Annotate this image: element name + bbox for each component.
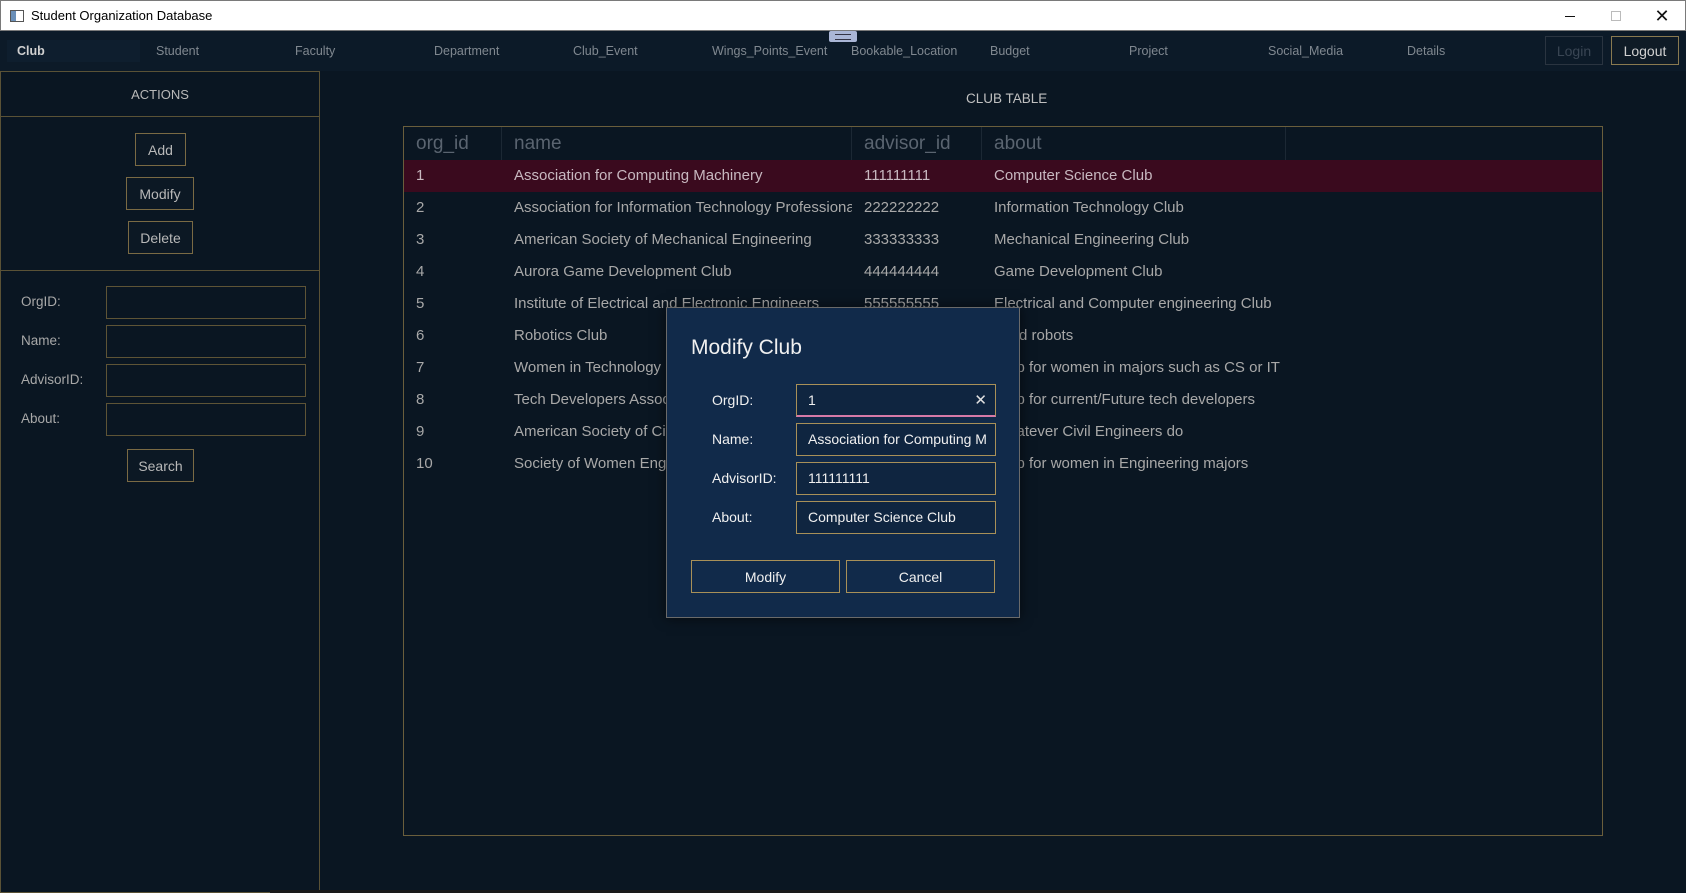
column-header-name[interactable]: name [502, 127, 852, 160]
name-label: Name: [21, 333, 61, 348]
tab-budget[interactable]: Budget [980, 40, 1113, 62]
drag-grip-icon[interactable] [829, 31, 857, 42]
tab-club-event[interactable]: Club_Event [563, 40, 696, 62]
maximize-button[interactable] [1593, 1, 1639, 31]
close-window-button[interactable]: ✕ [1639, 1, 1685, 31]
modify-button[interactable]: Modify [126, 177, 194, 210]
maximize-icon [1611, 11, 1621, 21]
table-cell-org-id: 1 [416, 167, 425, 184]
modify-club-dialog: Modify Club OrgID: 1 ✕ Name: Association… [666, 307, 1020, 618]
tab-student[interactable]: Student [146, 40, 279, 62]
tab-project[interactable]: Project [1119, 40, 1252, 62]
about-search-input[interactable] [106, 403, 306, 436]
delete-button[interactable]: Delete [128, 221, 193, 254]
table-row[interactable]: 4 Aurora Game Development Club 444444444 Ga… [404, 256, 1602, 288]
advisorid-label: AdvisorID: [21, 372, 84, 387]
dialog-advisorid-input[interactable]: 111111111 [796, 462, 996, 495]
tab-wings-points-event[interactable]: Wings_Points_Event [702, 40, 835, 62]
table-cell-name: Association for Computing Machinery [514, 167, 763, 184]
add-button[interactable]: Add [135, 133, 186, 166]
dialog-orgid-input[interactable]: 1 ✕ [796, 384, 996, 417]
table-header: org_id name advisor_id about [404, 127, 1602, 160]
table-cell-about: Build robots [994, 327, 1074, 344]
minimize-icon [1565, 15, 1575, 17]
tab-bookable-location[interactable]: Bookable_Location [841, 40, 974, 62]
orgid-label: OrgID: [21, 294, 61, 309]
tab-club[interactable]: Club [7, 40, 140, 62]
dialog-about-input[interactable]: Computer Science Club [796, 501, 996, 534]
table-cell-advisor-id: 444444444 [864, 263, 940, 280]
dialog-cancel-button[interactable]: Cancel [846, 560, 995, 593]
search-button[interactable]: Search [127, 449, 194, 482]
table-cell-about: Club for women in Engineering majors [994, 455, 1249, 472]
logout-button[interactable]: Logout [1611, 36, 1679, 65]
name-search-input[interactable] [106, 325, 306, 358]
dialog-orgid-value: 1 [808, 392, 816, 408]
about-label: About: [21, 411, 61, 426]
login-button[interactable]: Login [1545, 36, 1603, 65]
table-cell-about: Information Technology Club [994, 199, 1184, 216]
dialog-orgid-label: OrgID: [712, 392, 754, 408]
table-cell-org-id: 5 [416, 295, 425, 312]
table-cell-name: Aurora Game Development Club [514, 263, 732, 280]
table-cell-name: American Society of Mechanical Engineeri… [514, 231, 812, 248]
table-cell-org-id: 4 [416, 263, 425, 280]
actions-sidebar: ACTIONS Add Modify Delete OrgID: Name: A… [0, 71, 320, 893]
clear-icon[interactable]: ✕ [974, 385, 987, 415]
table-row[interactable]: 3 American Society of Mechanical Engineer… [404, 224, 1602, 256]
tab-details[interactable]: Details [1397, 40, 1530, 62]
app-icon [10, 9, 24, 22]
column-header-advisor-id[interactable]: advisor_id [852, 127, 982, 160]
table-cell-advisor-id: 333333333 [864, 231, 940, 248]
dialog-name-label: Name: [712, 431, 754, 447]
orgid-search-input[interactable] [106, 286, 306, 319]
table-cell-org-id: 2 [416, 199, 425, 216]
actions-button-group: Add Modify Delete [1, 117, 319, 271]
table-cell-org-id: 7 [416, 359, 425, 376]
table-cell-about: Electrical and Computer engineering Club [994, 295, 1272, 312]
table-cell-advisor-id: 222222222 [864, 199, 940, 216]
table-cell-org-id: 10 [416, 455, 433, 472]
table-cell-about: Club for current/Future tech developers [994, 391, 1255, 408]
table-cell-about: Whatever Civil Engineers do [994, 423, 1184, 440]
advisorid-search-input[interactable] [106, 364, 306, 397]
table-cell-about: Mechanical Engineering Club [994, 231, 1190, 248]
table-cell-about: Game Development Club [994, 263, 1163, 280]
column-header-about[interactable]: about [982, 127, 1286, 160]
column-header-org-id[interactable]: org_id [404, 127, 502, 160]
window-title: Student Organization Database [31, 8, 213, 23]
table-cell-about: Club for women in majors such as CS or I… [994, 359, 1280, 376]
dialog-about-label: About: [712, 509, 753, 525]
table-cell-about: Computer Science Club [994, 167, 1153, 184]
dialog-modify-button[interactable]: Modify [691, 560, 840, 593]
close-icon: ✕ [1654, 5, 1670, 26]
dialog-title: Modify Club [691, 336, 802, 359]
table-cell-org-id: 3 [416, 231, 425, 248]
table-cell-name: Association for Information Technology P… [514, 199, 852, 216]
dialog-advisorid-label: AdvisorID: [712, 470, 777, 486]
table-title: CLUB TABLE [966, 91, 1048, 106]
table-cell-advisor-id: 111111111 [864, 167, 931, 184]
table-row[interactable]: 2 Association for Information Technology … [404, 192, 1602, 224]
tab-social-media[interactable]: Social_Media [1258, 40, 1391, 62]
dialog-name-input[interactable]: Association for Computing M [796, 423, 996, 456]
table-cell-org-id: 9 [416, 423, 425, 440]
actions-title: ACTIONS [1, 72, 319, 117]
tab-department[interactable]: Department [424, 40, 557, 62]
window-titlebar: Student Organization Database ✕ [0, 0, 1686, 31]
table-cell-org-id: 6 [416, 327, 425, 344]
table-cell-org-id: 8 [416, 391, 425, 408]
tab-faculty[interactable]: Faculty [285, 40, 418, 62]
minimize-button[interactable] [1547, 1, 1593, 31]
table-row[interactable]: 1 Association for Computing Machinery 1111… [404, 160, 1602, 192]
